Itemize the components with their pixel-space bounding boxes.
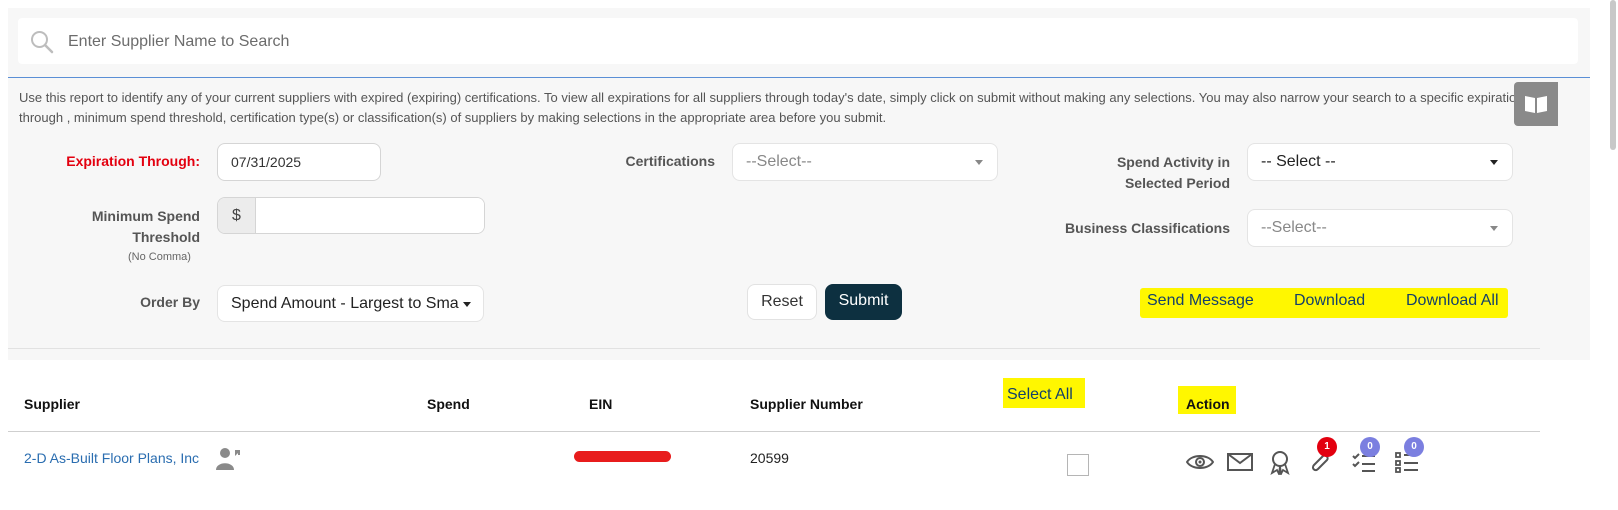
supplier-number: 20599: [750, 450, 789, 466]
panel-divider: [8, 348, 1540, 349]
minimum-spend-input-group: $: [217, 197, 485, 234]
chevron-down-icon: [1490, 226, 1498, 231]
certificate-icon[interactable]: [1268, 449, 1292, 475]
ein-redacted: [574, 451, 671, 462]
eye-icon[interactable]: [1186, 452, 1214, 472]
search-bar: [18, 18, 1578, 64]
chevron-down-icon: [975, 160, 983, 165]
business-classifications-select-value: --Select--: [1261, 219, 1327, 236]
column-header-supplier: Supplier: [24, 396, 81, 412]
download-all-link[interactable]: Download All: [1406, 292, 1499, 310]
minimum-spend-label: Minimum Spend Threshold: [40, 206, 200, 248]
certifications-select-value: --Select--: [746, 153, 812, 170]
select-all-link[interactable]: Select All: [1007, 386, 1073, 404]
no-comma-note: (No Comma): [128, 251, 191, 263]
column-header-supplier-number: Supplier Number: [750, 396, 863, 412]
minimum-spend-label-line1: Minimum Spend: [91, 208, 200, 224]
download-link[interactable]: Download: [1294, 292, 1365, 310]
spend-activity-label: Spend Activity in Selected Period: [1040, 152, 1230, 194]
search-divider: [8, 77, 1590, 78]
supplier-search-input[interactable]: [66, 26, 1550, 58]
checklist-count-badge: 0: [1360, 437, 1380, 457]
send-message-link[interactable]: Send Message: [1147, 292, 1254, 310]
column-header-spend: Spend: [427, 396, 470, 412]
spend-activity-select-value: -- Select --: [1261, 153, 1336, 170]
expiration-through-label: Expiration Through:: [66, 153, 200, 169]
mail-icon[interactable]: [1227, 453, 1253, 471]
chevron-down-icon: [1490, 160, 1498, 165]
reset-button[interactable]: Reset: [747, 284, 817, 320]
spend-activity-label-line2: Selected Period: [1124, 175, 1230, 191]
minimum-spend-input[interactable]: [256, 198, 484, 233]
certifications-label: Certifications: [625, 153, 715, 169]
attachments-count-badge: 1: [1317, 437, 1337, 457]
order-by-label: Order By: [140, 294, 200, 310]
expiration-date-input[interactable]: 07/31/2025: [217, 143, 381, 181]
scrollbar-thumb[interactable]: [1610, 0, 1616, 150]
book-icon: [1525, 96, 1547, 113]
header-divider: [8, 431, 1540, 432]
search-icon: [31, 31, 54, 54]
spend-activity-label-line1: Spend Activity in: [1116, 154, 1230, 170]
supplier-contact-icon[interactable]: [214, 446, 242, 472]
row-select-checkbox[interactable]: [1067, 454, 1089, 476]
business-classifications-select[interactable]: --Select--: [1247, 209, 1513, 247]
business-classifications-label: Business Classifications: [1065, 220, 1230, 236]
scrollbar[interactable]: [1608, 0, 1618, 510]
chevron-down-icon: [463, 302, 471, 307]
spend-activity-select[interactable]: -- Select --: [1247, 143, 1513, 181]
order-by-select-value: Spend Amount - Largest to Sma: [231, 295, 459, 312]
supplier-name-link[interactable]: 2-D As-Built Floor Plans, Inc: [24, 450, 199, 466]
minimum-spend-label-line2: Threshold: [132, 229, 200, 245]
column-header-action: Action: [1186, 396, 1230, 412]
order-by-select[interactable]: Spend Amount - Largest to Sma: [217, 285, 484, 322]
report-description: Use this report to identify any of your …: [19, 90, 1524, 125]
guide-tab[interactable]: [1514, 82, 1558, 126]
certifications-select[interactable]: --Select--: [732, 143, 998, 181]
list-count-badge: 0: [1404, 437, 1424, 457]
column-header-ein: EIN: [589, 396, 613, 412]
currency-symbol: $: [218, 198, 256, 233]
submit-button[interactable]: Submit: [825, 284, 902, 320]
